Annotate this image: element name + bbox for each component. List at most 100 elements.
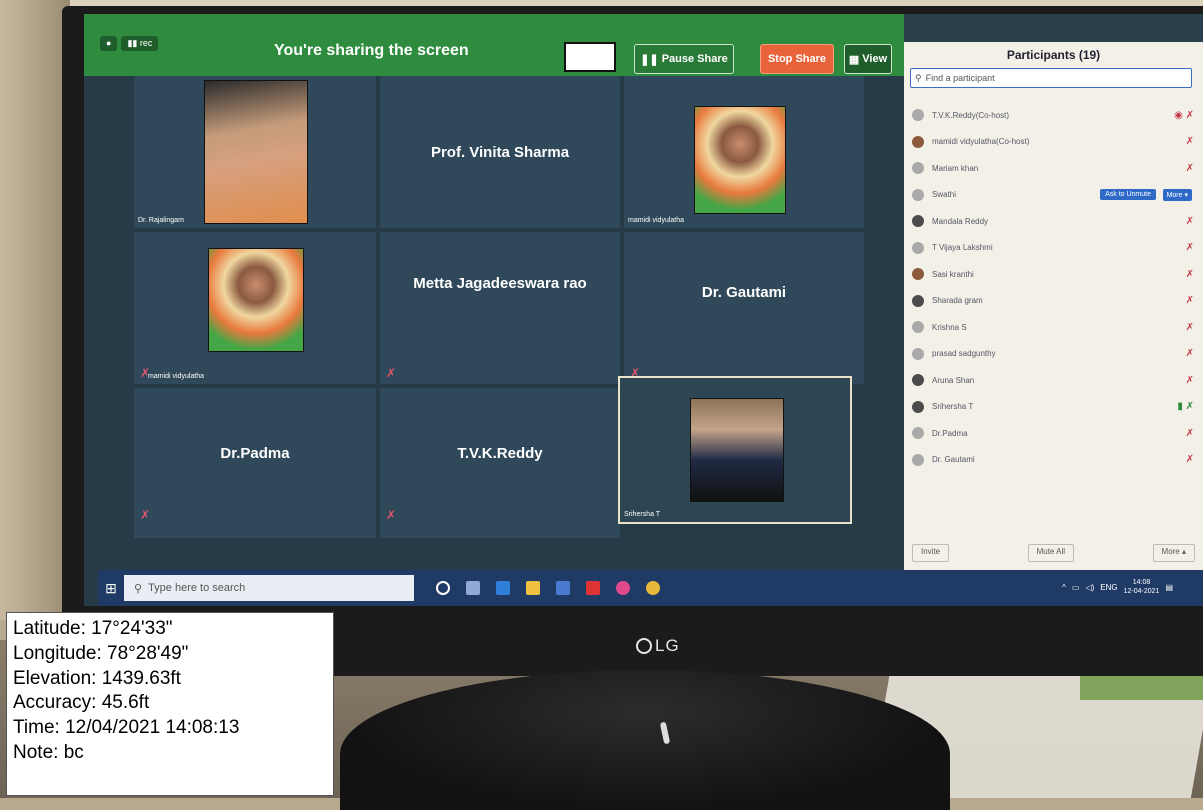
participant-row[interactable]: Dr. Gautami ✗ xyxy=(912,447,1194,474)
volume-icon[interactable]: ◁) xyxy=(1085,583,1094,592)
mic-icon[interactable]: ✗ xyxy=(1186,454,1194,465)
participant-row[interactable]: T Vijaya Lakshmi ✗ xyxy=(912,235,1194,262)
windows-taskbar: ⊞ ⚲ Type here to search ^ ▭ ◁) ENG 14:08… xyxy=(98,570,1203,606)
notification-icon[interactable]: ▤ xyxy=(1165,583,1173,592)
avatar xyxy=(912,162,924,175)
mic-icon[interactable]: ✗ xyxy=(1186,163,1194,174)
view-button[interactable]: ▦ View xyxy=(844,44,892,74)
mic-icon[interactable]: ✗ xyxy=(1186,269,1194,280)
stop-share-button[interactable]: Stop Share xyxy=(760,44,834,74)
share-indicator-button[interactable]: ● xyxy=(100,36,118,51)
store-icon[interactable] xyxy=(556,581,570,595)
recording-button[interactable]: ▮▮ rec xyxy=(121,36,159,51)
taskbar-search-input[interactable]: ⚲ Type here to search xyxy=(124,575,414,601)
video-tile[interactable]: T.V.K.Reddy ✗ xyxy=(380,388,620,538)
mic-icon[interactable]: ✗ xyxy=(1186,136,1194,147)
participant-row[interactable]: Mandala Reddy ✗ xyxy=(912,208,1194,235)
lg-logo-text: LG xyxy=(655,636,680,655)
ask-to-unmute-button[interactable]: Ask to Unmute xyxy=(1100,189,1156,201)
tile-name: Metta Jagadeeswara rao xyxy=(413,274,587,292)
participants-title: Participants (19) xyxy=(1006,48,1101,62)
tile-name: mamidi vidyulatha xyxy=(628,217,685,224)
video-tile[interactable]: Metta Jagadeeswara rao ✗ xyxy=(380,232,620,384)
taskbar-apps xyxy=(436,581,660,595)
mic-icon[interactable]: ✗ xyxy=(1186,242,1194,253)
participant-name: Sharada gram xyxy=(932,296,983,306)
participant-row[interactable]: Swathi Ask to Unmute More ▾ xyxy=(912,182,1194,209)
lg-logo: LG xyxy=(636,636,680,656)
muted-mic-icon: ✗ xyxy=(140,508,151,522)
mic-icon[interactable]: ▮ ✗ xyxy=(1177,401,1194,412)
video-tile[interactable]: Dr. Rajalingam xyxy=(134,76,376,228)
participant-search-placeholder: Find a participant xyxy=(925,73,995,83)
pause-share-button[interactable]: ❚❚ Pause Share xyxy=(634,44,734,74)
tile-name: Dr. Gautami xyxy=(701,283,787,301)
mic-icon[interactable]: ✗ xyxy=(1186,216,1194,227)
cortana-icon[interactable] xyxy=(436,581,450,595)
mic-icon[interactable]: ✗ xyxy=(1186,322,1194,333)
video-tile[interactable]: Dr.Padma ✗ xyxy=(134,388,376,538)
network-icon[interactable]: ▭ xyxy=(1072,583,1080,592)
participant-row[interactable]: Dr.Padma ✗ xyxy=(912,420,1194,447)
windows-start-icon[interactable]: ⊞ xyxy=(98,570,124,606)
participant-row[interactable]: prasad sadgunthy ✗ xyxy=(912,341,1194,368)
participant-name: T.V.K.Reddy(Co-host) xyxy=(932,110,1010,120)
participant-name: Aruna Shan xyxy=(932,375,975,385)
gps-accuracy: Accuracy: 45.6ft xyxy=(13,692,150,714)
participant-name: Dr.Padma xyxy=(932,428,968,438)
video-tile[interactable]: mamidi vidyulatha xyxy=(624,76,864,228)
mail-icon[interactable] xyxy=(586,581,600,595)
participant-row[interactable]: Srihersha T ▮ ✗ xyxy=(912,394,1194,421)
participant-row[interactable]: T.V.K.Reddy(Co-host) ◉ ✗ xyxy=(912,102,1194,129)
participant-row[interactable]: Krishna S ✗ xyxy=(912,314,1194,341)
view-label: View xyxy=(862,53,888,65)
participant-video xyxy=(208,248,304,352)
avatar xyxy=(912,453,924,466)
participant-row[interactable]: Sharada gram ✗ xyxy=(912,288,1194,315)
more-options-button[interactable]: More ▴ xyxy=(1152,544,1195,562)
tile-name: Dr.Padma xyxy=(220,445,290,462)
video-tile[interactable]: mamidi vidyulatha ✗ xyxy=(134,232,376,384)
gps-latitude: Latitude: 17°24'33" xyxy=(13,618,173,639)
avatar xyxy=(912,427,924,440)
video-gallery: Dr. Rajalingam Prof. Vinita Sharma mamid… xyxy=(84,76,904,606)
participant-row[interactable]: Sasi kranthi ✗ xyxy=(912,261,1194,288)
file-explorer-icon[interactable] xyxy=(526,581,540,595)
mic-icon[interactable]: ✗ xyxy=(1186,348,1194,359)
participant-row[interactable]: mamidi vidyulatha(Co-host) ✗ xyxy=(912,129,1194,156)
tray-chevron-icon[interactable]: ^ xyxy=(1062,583,1066,592)
mic-icon[interactable]: ◉ ✗ xyxy=(1174,110,1194,121)
clock[interactable]: 14:08 12-04-2021 xyxy=(1124,578,1160,596)
participant-row[interactable]: Aruna Shan ✗ xyxy=(912,367,1194,394)
wall xyxy=(0,0,70,620)
avatar xyxy=(912,109,924,122)
pause-icon: ❚❚ xyxy=(640,53,662,66)
avatar xyxy=(912,135,924,148)
edge-icon[interactable] xyxy=(496,581,510,595)
mic-icon[interactable]: ✗ xyxy=(1186,428,1194,439)
task-view-icon[interactable] xyxy=(466,581,480,595)
video-tile[interactable]: Dr. Gautami ✗ xyxy=(624,232,864,384)
more-button[interactable]: More ▾ xyxy=(1162,188,1192,201)
participant-search-input[interactable]: ⚲ Find a participant xyxy=(910,68,1192,88)
chrome-icon[interactable] xyxy=(646,581,660,595)
participant-name: Mandala Reddy xyxy=(932,216,989,226)
taskbar-search-placeholder: Type here to search xyxy=(148,582,246,594)
mute-all-button[interactable]: Mute All xyxy=(1027,544,1075,562)
participant-list: T.V.K.Reddy(Co-host) ◉ ✗ mamidi vidyulath… xyxy=(912,102,1194,473)
muted-mic-icon: ✗ xyxy=(140,366,151,380)
system-tray: ^ ▭ ◁) ENG 14:08 12-04-2021 ▤ xyxy=(1062,578,1173,596)
language-indicator[interactable]: ENG xyxy=(1100,583,1117,592)
avatar xyxy=(912,188,924,201)
app-icon[interactable] xyxy=(616,581,630,595)
avatar xyxy=(912,347,924,360)
participant-row[interactable]: Mariam khan ✗ xyxy=(912,155,1194,182)
mic-icon[interactable]: ✗ xyxy=(1186,375,1194,386)
participant-name: Krishna S xyxy=(932,322,967,332)
video-tile-active-speaker[interactable]: Srihersha T xyxy=(618,376,852,524)
gps-note: Note: bc xyxy=(13,741,84,763)
video-tile[interactable]: Prof. Vinita Sharma xyxy=(380,76,620,228)
mic-icon[interactable]: ✗ xyxy=(1186,295,1194,306)
participant-name: Mariam khan xyxy=(932,163,979,173)
invite-button[interactable]: Invite xyxy=(912,544,950,562)
